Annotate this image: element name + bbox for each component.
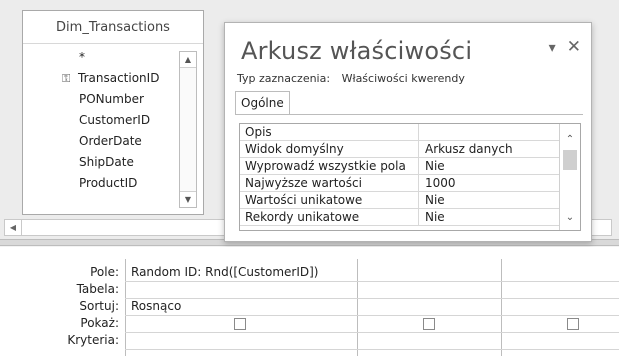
- property-grid: Opis Widok domyślny Arkusz danych Wyprow…: [239, 123, 581, 231]
- field-item-key[interactable]: ⚿ TransactionID: [29, 68, 177, 89]
- grid-cell-field[interactable]: Random ID: Rnd([CustomerID]): [131, 264, 319, 281]
- field-item[interactable]: ProductID: [29, 173, 177, 194]
- grid-row-divider: [125, 298, 619, 299]
- property-row[interactable]: Najwyższe wartości 1000: [240, 175, 580, 192]
- field-list: * ⚿ TransactionID PONumber CustomerID Ord…: [29, 47, 177, 194]
- grid-row-divider: [125, 281, 619, 282]
- grid-cell-sort[interactable]: Rosnąco: [131, 298, 181, 315]
- property-value[interactable]: Arkusz danych: [420, 141, 557, 157]
- property-row[interactable]: Wartości unikatowe Nie: [240, 192, 580, 209]
- field-label: TransactionID: [78, 71, 160, 85]
- property-sheet-controls: ▾ ✕: [543, 37, 581, 57]
- property-name: Rekordy unikatowe: [240, 209, 419, 225]
- field-item[interactable]: ShipDate: [29, 152, 177, 173]
- property-row[interactable]: Rekordy unikatowe Nie: [240, 209, 580, 226]
- table-title[interactable]: Dim_Transactions: [23, 11, 203, 44]
- grid-row-divider: [125, 315, 619, 316]
- field-list-scrollbar[interactable]: ▲ ▼: [179, 51, 197, 208]
- tab-general[interactable]: Ogólne: [235, 91, 290, 115]
- field-item[interactable]: OrderDate: [29, 131, 177, 152]
- property-row[interactable]: Widok domyślny Arkusz danych: [240, 141, 580, 158]
- row-label-show: Pokaż:: [80, 316, 119, 330]
- field-item[interactable]: *: [29, 47, 177, 68]
- table-field-list[interactable]: Dim_Transactions * ⚿ TransactionID PONumb…: [22, 10, 204, 215]
- tab-divider: [235, 114, 583, 115]
- close-icon[interactable]: ✕: [567, 37, 581, 57]
- scroll-down-icon[interactable]: ▼: [180, 191, 196, 207]
- chevron-down-icon[interactable]: ⌄: [560, 210, 580, 226]
- row-label-criteria: Kryteria:: [67, 333, 119, 347]
- scroll-thumb[interactable]: [563, 150, 577, 170]
- property-name: Opis: [240, 124, 419, 140]
- row-label-field: Pole:: [90, 265, 119, 279]
- selection-type-value: Właściwości kwerendy: [341, 72, 465, 85]
- property-value[interactable]: Nie: [420, 209, 557, 225]
- scroll-left-icon[interactable]: ◀: [5, 220, 22, 235]
- property-grid-scrollbar[interactable]: ⌃ ⌄: [559, 124, 580, 230]
- property-sheet: Arkusz właściwości ▾ ✕ Typ zaznaczenia: …: [224, 22, 592, 242]
- show-checkbox[interactable]: [567, 318, 579, 330]
- property-row[interactable]: Wyprowadź wszystkie pola Nie: [240, 158, 580, 175]
- property-name: Najwyższe wartości: [240, 175, 419, 191]
- property-name: Widok domyślny: [240, 141, 419, 157]
- selection-type-label: Typ zaznaczenia:: [237, 72, 331, 85]
- grid-row-divider: [125, 349, 619, 350]
- row-label-table: Tabela:: [76, 282, 119, 296]
- property-name: Wyprowadź wszystkie pola: [240, 158, 419, 174]
- scroll-up-icon[interactable]: ▲: [180, 52, 196, 68]
- key-icon: ⚿: [62, 72, 71, 85]
- row-label-sort: Sortuj:: [79, 299, 119, 313]
- property-name: Wartości unikatowe: [240, 192, 419, 208]
- grid-row-divider: [125, 332, 619, 333]
- query-grid: Pole: Tabela: Sortuj: Pokaż: Kryteria: R…: [0, 247, 619, 356]
- show-checkbox[interactable]: [423, 318, 435, 330]
- selection-type: Typ zaznaczenia: Właściwości kwerendy: [237, 72, 465, 85]
- show-checkbox[interactable]: [234, 318, 246, 330]
- grid-column-divider: [125, 259, 126, 356]
- property-value[interactable]: 1000: [420, 175, 557, 191]
- property-sheet-title: Arkusz właściwości: [241, 37, 473, 65]
- property-value[interactable]: Nie: [420, 192, 557, 208]
- property-value[interactable]: [420, 124, 557, 140]
- property-value[interactable]: Nie: [420, 158, 557, 174]
- chevron-down-icon[interactable]: ▾: [549, 40, 556, 56]
- field-item[interactable]: PONumber: [29, 89, 177, 110]
- property-row[interactable]: Opis: [240, 124, 580, 141]
- grid-column-divider: [501, 259, 502, 356]
- field-item[interactable]: CustomerID: [29, 110, 177, 131]
- chevron-up-icon[interactable]: ⌃: [560, 132, 580, 148]
- grid-column-divider: [357, 259, 358, 356]
